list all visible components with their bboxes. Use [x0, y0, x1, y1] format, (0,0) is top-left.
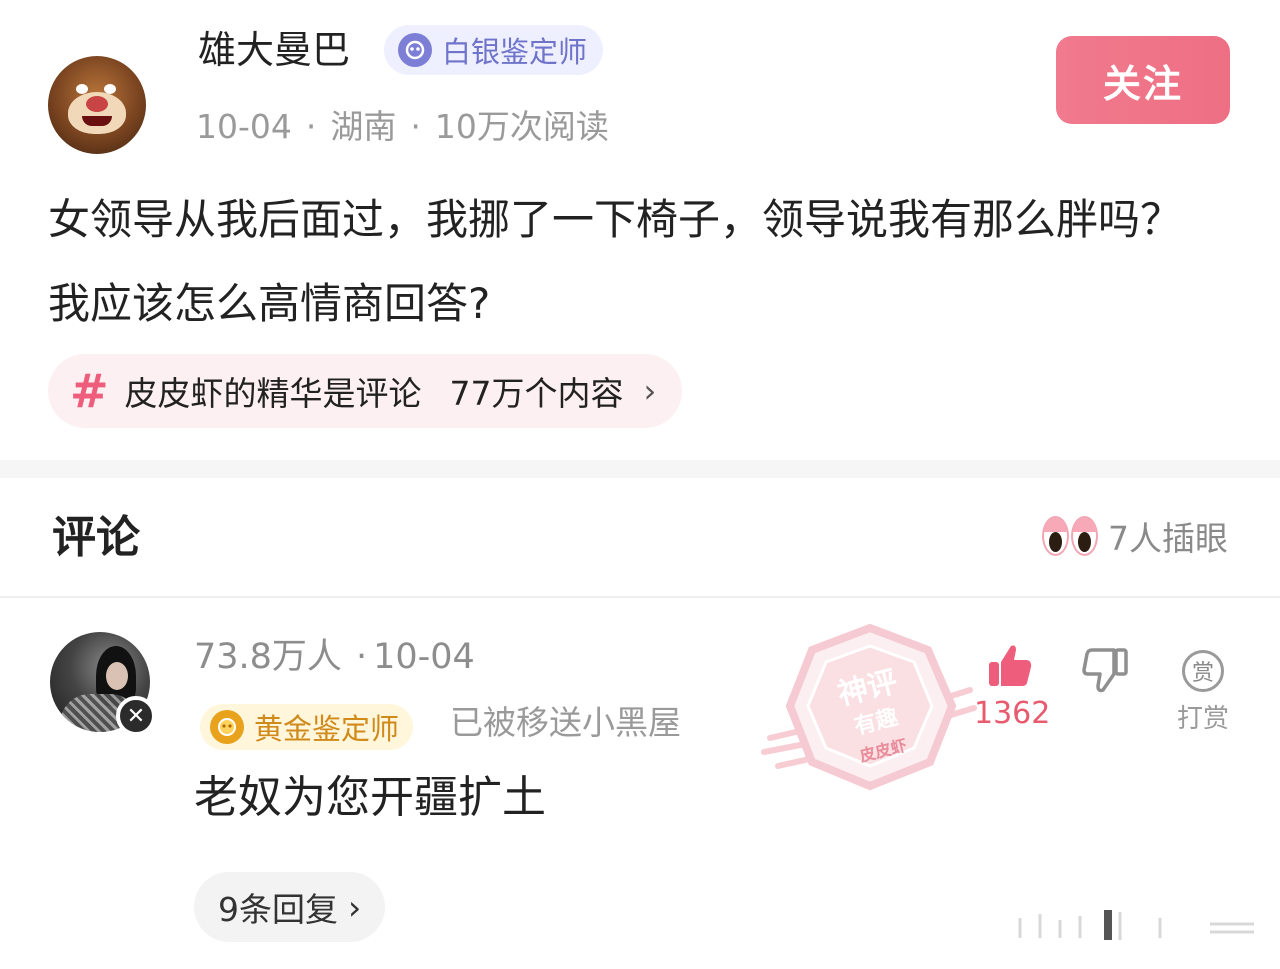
watermark-mark	[1010, 906, 1260, 950]
ban-icon: ✕	[116, 696, 156, 736]
like-count: 1362	[974, 696, 1051, 731]
appraiser-badge-icon	[398, 33, 432, 67]
post-body: 女领导从我后面过，我挪了一下椅子，领导说我有那么胖吗？ 我应该怎么高情商回答?	[48, 195, 1225, 328]
reward-icon: 赏	[1182, 650, 1224, 692]
comment-date: 10-04	[373, 637, 475, 677]
comment-meta: 73.8万人 · 10-04	[194, 634, 475, 680]
section-divider	[0, 460, 1280, 478]
post-location: 湖南	[330, 107, 397, 146]
thumbs-up-icon	[989, 645, 1032, 686]
chevron-right-icon: ›	[643, 372, 657, 410]
comment-body: 老奴为您开疆扩土	[194, 772, 546, 823]
meta-separator: ·	[410, 107, 421, 146]
appraiser-badge-icon	[210, 710, 244, 744]
author-avatar[interactable]	[48, 56, 146, 154]
commenter-name[interactable]: 73.8万人	[194, 637, 342, 677]
view-replies-button[interactable]: 9条回复 ›	[194, 872, 386, 942]
peek-count-label: 7人插眼	[1108, 519, 1228, 558]
comments-title: 评论	[52, 512, 140, 563]
follow-button[interactable]: 关注	[1056, 36, 1230, 124]
hash-icon: #	[70, 364, 109, 418]
topic-name: 皮皮虾的精华是评论	[124, 374, 422, 413]
badge-label: 白银鉴定师	[442, 35, 588, 69]
god-comment-stamp: 神评 有趣 皮皮虾	[760, 620, 980, 800]
post-meta: 10-04 · 湖南 · 10万次阅读	[196, 104, 609, 150]
post-reads: 10万次阅读	[434, 107, 609, 146]
comment-status: 已被移送小黑屋	[450, 703, 681, 742]
comments-divider	[0, 596, 1280, 598]
dislike-button[interactable]	[1082, 644, 1130, 700]
reward-label: 打赏	[1176, 704, 1229, 734]
silver-appraiser-badge[interactable]: 白银鉴定师	[384, 25, 604, 75]
chevron-right-icon: ›	[348, 887, 362, 927]
author-name[interactable]: 雄大曼巴	[198, 24, 350, 76]
topic-chip[interactable]: # 皮皮虾的精华是评论 77万个内容 ›	[48, 354, 683, 428]
meta-separator: ·	[305, 107, 317, 146]
like-button[interactable]: 1362	[974, 640, 1051, 731]
topic-count: 77万个内容	[449, 374, 624, 413]
peek-counter[interactable]: 7人插眼	[1042, 512, 1228, 560]
post-date: 10-04	[196, 107, 292, 146]
eyes-peek-icon	[1042, 514, 1100, 558]
reward-button[interactable]: 赏 打赏	[1172, 650, 1234, 735]
meta-separator: ·	[355, 637, 368, 677]
gold-appraiser-badge[interactable]: 黄金鉴定师	[200, 704, 414, 750]
badge-label: 黄金鉴定师	[254, 712, 400, 746]
thumbs-down-icon	[1082, 648, 1128, 693]
reply-count-label: 9条回复	[218, 890, 338, 929]
